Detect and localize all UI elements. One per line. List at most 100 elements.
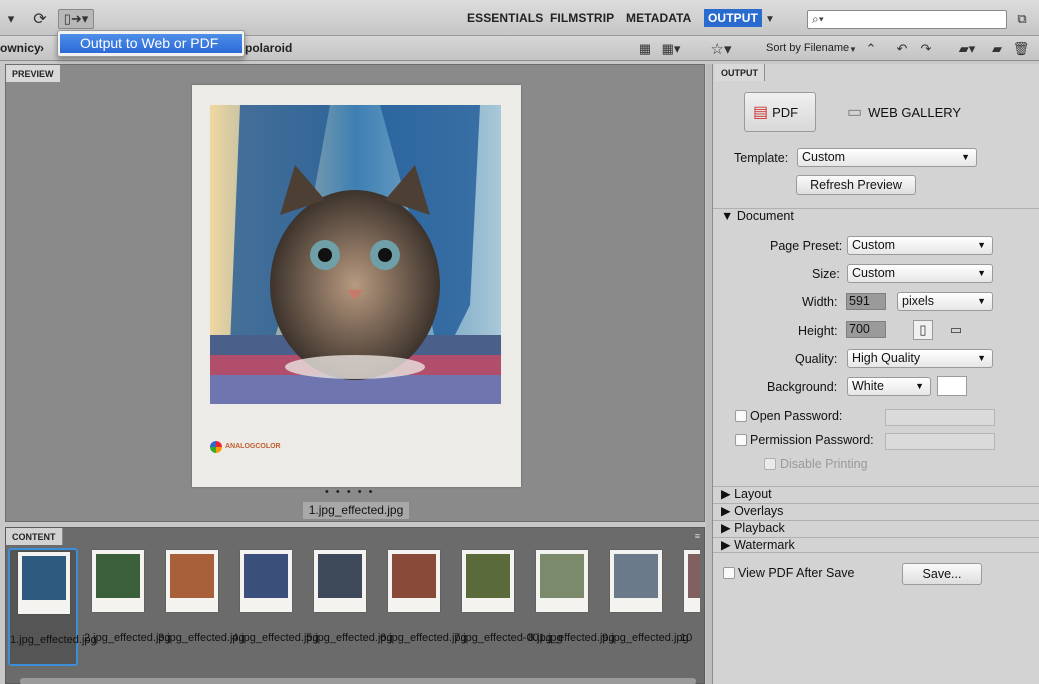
document-section-header[interactable]: ▼ Document xyxy=(713,208,1039,224)
thumbnail[interactable]: 2.jpg_effected.jpg xyxy=(84,548,171,666)
analogcolor-logo-icon xyxy=(210,441,222,453)
search-input[interactable]: ⌕▾ xyxy=(807,10,1007,29)
thumbnail[interactable]: 4.jpg_effected.jpg xyxy=(232,548,319,666)
preview-panel: PREVIEW ANALOGCOLOR xyxy=(5,64,705,522)
new-folder-icon[interactable]: ▰ xyxy=(988,39,1006,59)
thumbnail[interactable]: 5.jpg_effected.jpg xyxy=(306,548,393,666)
thumbnail-image xyxy=(92,550,144,612)
open-password-checkbox[interactable] xyxy=(735,410,747,422)
background-color-swatch[interactable] xyxy=(937,376,967,396)
quality-select[interactable]: High Quality ▼ xyxy=(847,349,993,368)
search-icon: ⌕▾ xyxy=(812,12,824,26)
pdf-button-label: PDF xyxy=(772,104,799,120)
watermark-text: ANALOGCOLOR xyxy=(225,443,281,450)
thumbnail-image xyxy=(314,550,366,612)
open-password-label: Open Password: xyxy=(750,409,843,423)
thumbnail-label: 8.jpg_effected.jpg xyxy=(528,632,615,644)
preview-tab[interactable]: PREVIEW xyxy=(6,65,61,82)
thumbnail-label: 1.jpg_effected.jpg xyxy=(10,634,97,646)
content-panel: CONTENT ≡ 1.jpg_effected.jpg 2.jpg_effec… xyxy=(5,527,705,684)
preview-image: ANALOGCOLOR xyxy=(192,85,521,487)
pdf-button[interactable]: ▤ PDF xyxy=(744,92,816,132)
filter-icon[interactable]: ▦▾ xyxy=(656,39,686,59)
thumbnail-image xyxy=(610,550,662,612)
playback-section-header[interactable]: ▶ Playback xyxy=(713,520,1039,536)
landscape-orientation-icon[interactable]: ▭ xyxy=(947,320,965,340)
template-select[interactable]: Custom ▼ xyxy=(797,148,977,167)
size-value: Custom xyxy=(852,266,896,280)
thumbnail-label: 9.jpg_effected.jpg xyxy=(602,632,689,644)
chevron-down-icon: ▼ xyxy=(961,152,970,162)
chevron-down-icon: ▼ xyxy=(977,268,986,278)
preview-filename: 1.jpg_effected.jpg xyxy=(303,502,409,519)
chevron-down-icon: ▼ xyxy=(977,353,986,363)
compact-mode-icon[interactable]: ⧉ xyxy=(1014,9,1030,29)
open-password-field[interactable] xyxy=(885,409,995,426)
thumbnail[interactable]: 1.jpg_effected.jpg xyxy=(8,548,97,666)
web-gallery-icon: ▭ xyxy=(847,104,863,121)
chevron-down-icon: ▼ xyxy=(977,296,986,306)
chevron-down-icon: ▼ xyxy=(977,240,986,250)
width-field[interactable]: 591 xyxy=(846,293,886,310)
background-value: White xyxy=(852,379,884,393)
thumbnail[interactable]: 6.jpg_effected.jpg xyxy=(380,548,467,666)
page-preset-value: Custom xyxy=(852,238,896,252)
thumbnail[interactable]: 9.jpg_effected.jpg xyxy=(602,548,689,666)
sort-menu[interactable]: Sort by Filename xyxy=(766,42,849,54)
thumbnail-label: 4.jpg_effected.jpg xyxy=(232,632,319,644)
cat-photo xyxy=(210,105,501,404)
view-pdf-after-save-label: View PDF After Save xyxy=(738,566,855,580)
thumbnail[interactable]: 8.jpg_effected.jpg xyxy=(528,548,615,666)
trash-icon[interactable]: 🗑 xyxy=(1013,39,1030,59)
breadcrumb-current[interactable]: polaroid xyxy=(245,41,292,55)
refine-icon[interactable]: ⟳ xyxy=(30,9,50,29)
panel-menu-icon[interactable]: ≡ xyxy=(695,531,700,541)
units-value: pixels xyxy=(902,294,934,308)
thumbnail[interactable]: 7.jpg_effected-001.jpg xyxy=(454,548,563,666)
output-menu-button[interactable]: ▯➜▾ xyxy=(58,9,94,29)
rotate-right-icon[interactable]: ↷ xyxy=(918,39,934,59)
output-tab[interactable]: OUTPUT xyxy=(715,64,765,81)
background-select[interactable]: White ▼ xyxy=(847,377,931,396)
nav-dropdown-icon[interactable]: ▾ xyxy=(2,9,20,29)
refresh-preview-button[interactable]: Refresh Preview xyxy=(796,175,916,195)
overlays-section-header[interactable]: ▶ Overlays xyxy=(713,503,1039,519)
view-pdf-after-save-checkbox[interactable] xyxy=(723,567,735,579)
workspace-filmstrip[interactable]: FILMSTRIP xyxy=(550,11,614,25)
watermark-section-header[interactable]: ▶ Watermark xyxy=(713,537,1039,553)
size-select[interactable]: Custom ▼ xyxy=(847,264,993,283)
web-gallery-button-label: WEB GALLERY xyxy=(868,104,962,120)
save-button[interactable]: Save... xyxy=(902,563,982,585)
output-to-web-or-pdf-item[interactable]: Output to Web or PDF xyxy=(60,34,242,53)
thumbnail-image xyxy=(166,550,218,612)
height-field[interactable]: 700 xyxy=(846,321,886,338)
thumbnail-image xyxy=(240,550,292,612)
star-rating-icon[interactable]: ☆▾ xyxy=(706,39,736,59)
breadcrumb-folder[interactable]: ownicy xyxy=(0,41,41,55)
web-gallery-button[interactable]: ▭ WEB GALLERY xyxy=(847,92,977,132)
open-recent-folder-icon[interactable]: ▰▾ xyxy=(953,39,981,59)
sort-dropdown-icon[interactable]: ▼ xyxy=(848,39,858,59)
workspace-metadata[interactable]: METADATA xyxy=(626,11,691,25)
thumbnail[interactable]: 10 xyxy=(676,548,700,666)
quality-label: Quality: xyxy=(795,352,838,366)
portrait-orientation-icon[interactable]: ▯ xyxy=(913,320,933,340)
units-select[interactable]: pixels ▼ xyxy=(897,292,993,311)
horizontal-scrollbar[interactable] xyxy=(20,678,696,684)
disable-printing-checkbox[interactable] xyxy=(764,458,776,470)
pdf-icon: ▤ xyxy=(753,104,769,121)
thumbnail-quality-icon[interactable]: ▦ xyxy=(638,39,652,59)
content-tab[interactable]: CONTENT xyxy=(6,528,63,545)
page-preset-select[interactable]: Custom ▼ xyxy=(847,236,993,255)
workspace-essentials[interactable]: ESSENTIALS xyxy=(467,11,543,25)
thumbnail[interactable]: 3.jpg_effected.jpg xyxy=(158,548,245,666)
rotate-left-icon[interactable]: ↶ xyxy=(894,39,910,59)
thumbnail-label: 10 xyxy=(680,632,693,644)
workspace-dropdown-icon[interactable]: ▼ xyxy=(764,9,776,29)
sort-ascending-icon[interactable]: ⌃ xyxy=(864,39,878,59)
permission-password-checkbox[interactable] xyxy=(735,434,747,446)
permission-password-field[interactable] xyxy=(885,433,995,450)
layout-section-header[interactable]: ▶ Layout xyxy=(713,486,1039,502)
workspace-output[interactable]: OUTPUT xyxy=(704,9,762,27)
thumbnail-label: 3.jpg_effected.jpg xyxy=(158,632,245,644)
